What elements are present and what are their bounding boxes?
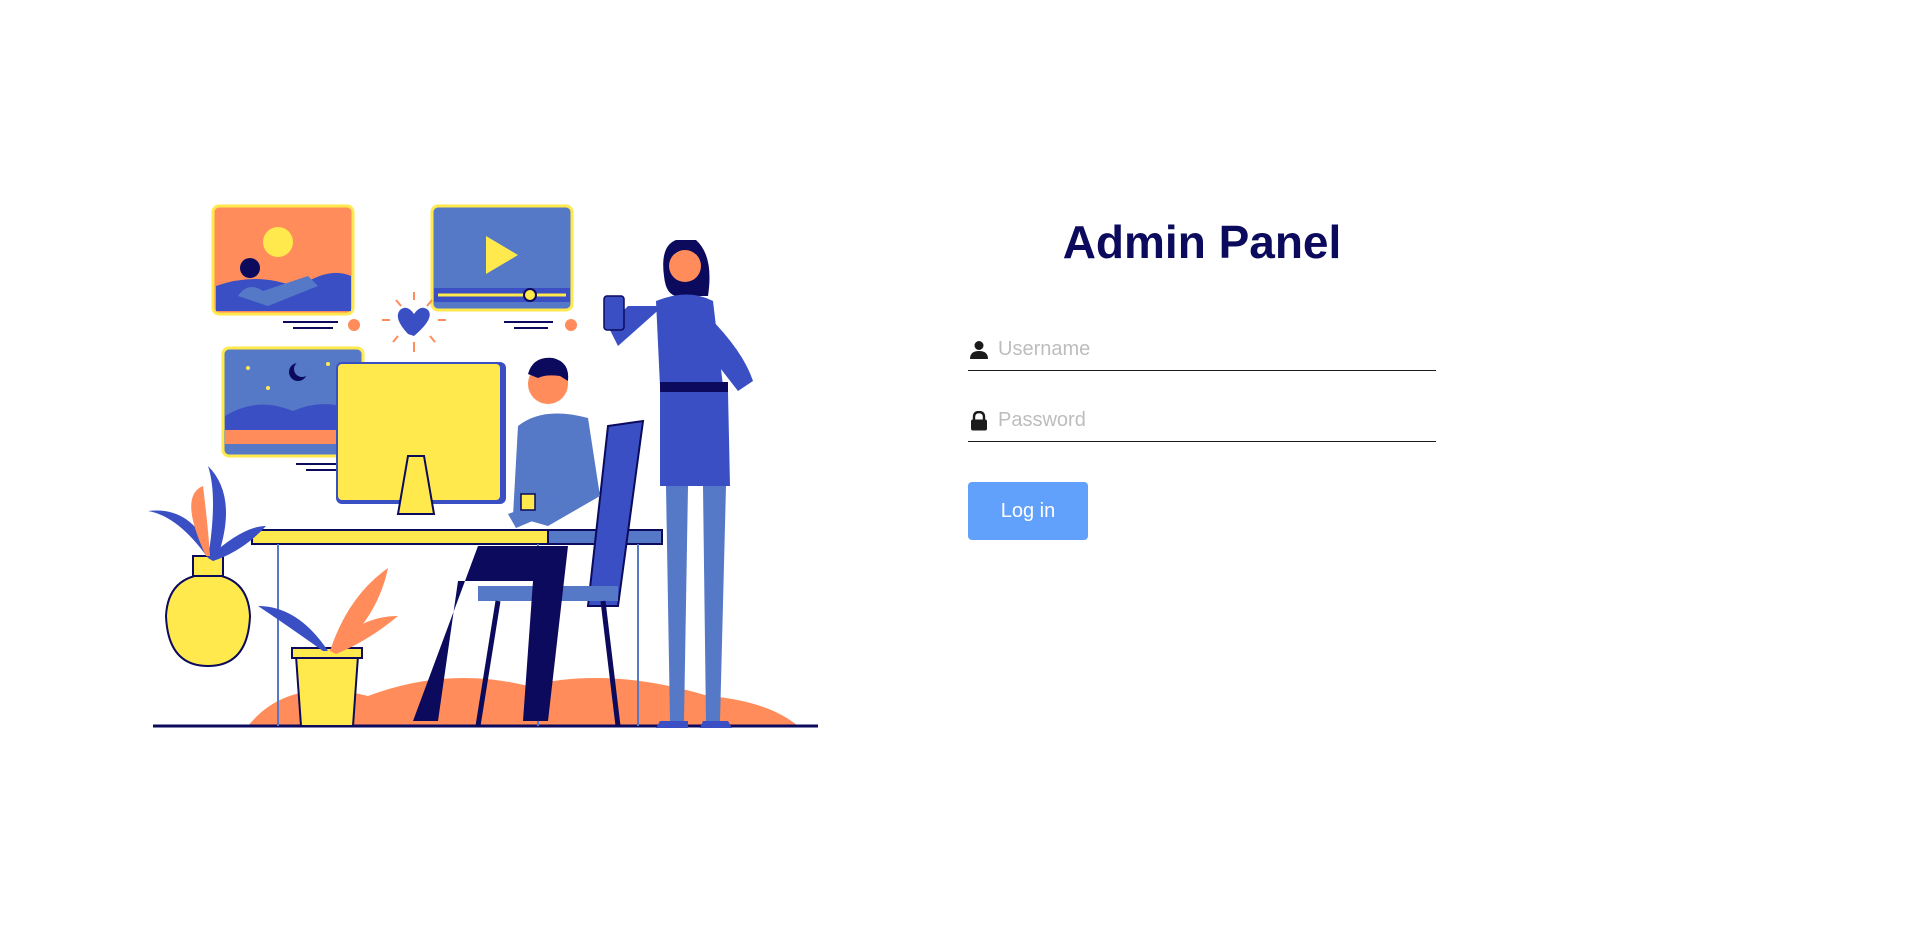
login-page: Admin Panel Log in	[0, 0, 1913, 925]
video-card	[430, 204, 577, 331]
user-icon	[970, 341, 988, 359]
landscape-photo-card	[211, 204, 360, 331]
password-input[interactable]	[998, 405, 1428, 435]
page-title: Admin Panel	[1062, 216, 1342, 268]
login-form: Admin Panel Log in	[968, 210, 1436, 540]
password-field	[968, 401, 1436, 442]
workspace-illustration	[148, 204, 818, 728]
login-button[interactable]: Log in	[968, 482, 1088, 540]
lock-icon	[971, 411, 987, 431]
potted-plant-left	[148, 466, 266, 668]
username-input[interactable]	[998, 334, 1428, 364]
username-field	[968, 330, 1436, 371]
computer-monitor	[336, 362, 506, 515]
